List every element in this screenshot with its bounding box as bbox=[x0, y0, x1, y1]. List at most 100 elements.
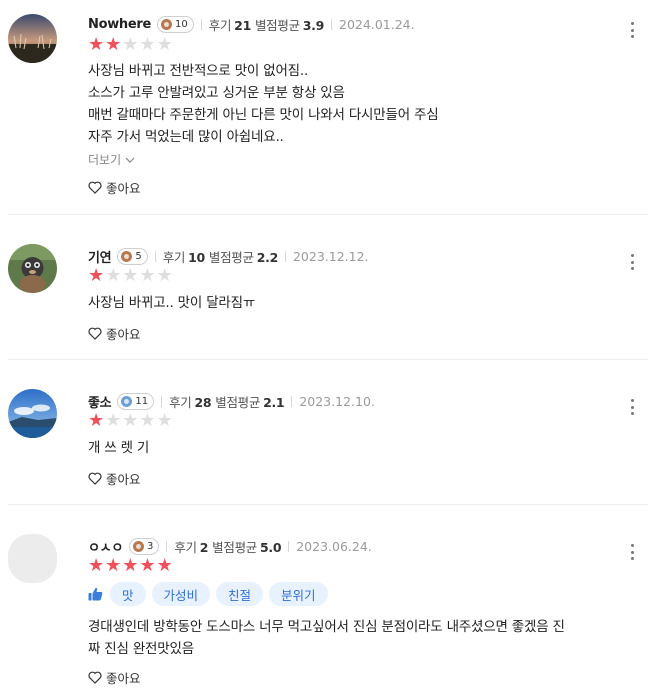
tag-chip[interactable]: 분위기 bbox=[269, 582, 328, 606]
level-icon bbox=[121, 250, 133, 262]
author-name[interactable]: ㅇㅅㅇ bbox=[88, 537, 123, 556]
star-empty-icon: ★ bbox=[105, 265, 122, 286]
tag-chip[interactable]: 가성비 bbox=[151, 582, 211, 606]
review-text: 개 쓰 렛 기 bbox=[88, 437, 149, 459]
review-item: 기연 5 후기 10 별점평균 2.2 2023.12.12. ★ ★ ★ ★ ★ 사장님 … bbox=[0, 215, 656, 360]
star-empty-icon: ★ bbox=[139, 34, 156, 55]
divider bbox=[288, 540, 290, 552]
review-text-line: 사장님 바뀌고 전반적으로 맛이 없어짐.. bbox=[88, 63, 309, 79]
kebab-menu-icon[interactable] bbox=[626, 252, 638, 272]
avatar[interactable] bbox=[8, 14, 57, 63]
star-empty-icon: ★ bbox=[156, 34, 173, 55]
level-value: 10 bbox=[175, 18, 188, 30]
heart-outline-icon bbox=[88, 472, 102, 485]
star-rating: ★ ★ ★ ★ ★ bbox=[88, 412, 173, 430]
star-rating: ★ ★ ★ ★ ★ bbox=[88, 267, 173, 285]
review-date: 2023.12.12. bbox=[292, 248, 369, 264]
author-name[interactable]: Nowhere bbox=[88, 17, 151, 32]
like-label: 좋아요 bbox=[106, 181, 141, 196]
chevron-down-icon bbox=[125, 157, 135, 163]
star-empty-icon: ★ bbox=[122, 265, 139, 286]
review-meta: ㅇㅅㅇ 3 후기 2 별점평균 5.0 2023.06.24. bbox=[88, 536, 372, 556]
heart-outline-icon bbox=[88, 327, 102, 340]
level-badge: 3 bbox=[128, 537, 160, 555]
review-date: 2023.12.10. bbox=[299, 393, 375, 409]
star-rating: ★ ★ ★ ★ ★ bbox=[88, 557, 173, 575]
review-text-line: 개 쓰 렛 기 bbox=[88, 440, 150, 456]
review-text: 경대생인데 방학동안 도스마스 너무 먹고싶어서 진심 분점이라도 내주셨으면 … bbox=[88, 616, 565, 660]
level-icon bbox=[132, 540, 144, 552]
review-count-label: 후기 bbox=[162, 249, 186, 265]
review-text: 사장님 바뀌고 전반적으로 맛이 없어짐.. 소스가 고루 안발려있고 싱거운 … bbox=[88, 60, 439, 148]
average-rating: 별점평균 2.2 bbox=[209, 247, 278, 266]
average-rating-label: 별점평균 bbox=[212, 539, 257, 555]
review-count: 후기 10 bbox=[163, 247, 205, 266]
review-text-line: 매번 갈때마다 주문한게 아닌 다른 맛이 나와서 다시만들어 주심 bbox=[88, 107, 439, 123]
star-empty-icon: ★ bbox=[139, 265, 156, 286]
like-label: 좋아요 bbox=[106, 671, 141, 686]
thumbs-up-icon bbox=[88, 587, 103, 601]
star-empty-icon: ★ bbox=[156, 410, 173, 431]
more-label: 더보기 bbox=[88, 153, 122, 167]
tag-chip[interactable]: 맛 bbox=[110, 582, 146, 606]
avatar[interactable] bbox=[8, 389, 57, 438]
review-text-line: 소스가 고루 안발려있고 싱거운 부분 항상 있음 bbox=[88, 85, 345, 101]
like-button[interactable]: 좋아요 bbox=[88, 324, 141, 343]
level-icon bbox=[161, 18, 173, 30]
level-badge: 11 bbox=[117, 392, 155, 410]
level-value: 5 bbox=[135, 250, 142, 262]
review-count: 후기 21 bbox=[209, 15, 251, 34]
tag-chip[interactable]: 친절 bbox=[216, 582, 264, 606]
average-rating-value: 2.2 bbox=[256, 249, 279, 265]
average-rating-value: 2.1 bbox=[263, 394, 285, 410]
average-rating: 별점평균 5.0 bbox=[212, 537, 281, 556]
average-rating-label: 별점평균 bbox=[215, 394, 261, 410]
review-item: Nowhere 10 후기 21 별점평균 3.9 2024.01.24. ★ ★ ★ ★… bbox=[0, 0, 656, 215]
review-text-line: 사장님 바뀌고.. 맛이 달라짐ㅠ bbox=[88, 295, 256, 311]
divider bbox=[284, 250, 286, 262]
review-text: 사장님 바뀌고.. 맛이 달라짐ㅠ bbox=[88, 292, 255, 314]
star-filled-icon: ★ bbox=[139, 555, 156, 576]
review-text-line: 자주 가서 먹었는데 많이 아쉽네요.. bbox=[88, 129, 284, 145]
author-name[interactable]: 기연 bbox=[88, 247, 112, 266]
star-rating: ★ ★ ★ ★ ★ bbox=[88, 36, 173, 54]
divider bbox=[166, 540, 168, 552]
divider bbox=[154, 250, 156, 262]
review-count-value: 2 bbox=[199, 539, 209, 555]
author-name[interactable]: 좋소 bbox=[88, 392, 112, 411]
star-empty-icon: ★ bbox=[156, 265, 173, 286]
review-count-label: 후기 bbox=[169, 394, 192, 410]
tag-list: 맛 가성비 친절 분위기 bbox=[88, 582, 328, 606]
kebab-menu-icon[interactable] bbox=[626, 20, 638, 40]
star-empty-icon: ★ bbox=[105, 410, 122, 431]
average-rating-value: 5.0 bbox=[259, 539, 282, 555]
kebab-menu-icon[interactable] bbox=[626, 542, 638, 562]
kebab-menu-icon[interactable] bbox=[626, 397, 638, 417]
like-button[interactable]: 좋아요 bbox=[88, 178, 141, 197]
star-filled-icon: ★ bbox=[105, 34, 122, 55]
avatar[interactable] bbox=[8, 244, 57, 293]
review-count-value: 28 bbox=[194, 394, 212, 410]
avatar[interactable] bbox=[8, 534, 57, 583]
like-button[interactable]: 좋아요 bbox=[88, 469, 141, 488]
level-badge: 5 bbox=[117, 247, 148, 265]
average-rating-label: 별점평균 bbox=[208, 249, 254, 265]
star-filled-icon: ★ bbox=[156, 555, 173, 576]
review-meta: Nowhere 10 후기 21 별점평균 3.9 2024.01.24. bbox=[88, 14, 415, 34]
review-count: 후기 28 bbox=[169, 392, 211, 411]
review-date: 2023.06.24. bbox=[296, 538, 372, 554]
review-text-line: 짜 진심 완전맛있음 bbox=[88, 641, 194, 657]
star-filled-icon: ★ bbox=[88, 265, 105, 286]
star-filled-icon: ★ bbox=[122, 555, 139, 576]
review-meta: 기연 5 후기 10 별점평균 2.2 2023.12.12. bbox=[88, 246, 369, 266]
average-rating: 별점평균 3.9 bbox=[255, 15, 324, 34]
review-meta: 좋소 11 후기 28 별점평균 2.1 2023.12.10. bbox=[88, 391, 375, 411]
review-count-value: 10 bbox=[188, 249, 205, 265]
more-button[interactable]: 더보기 bbox=[88, 151, 135, 168]
star-filled-icon: ★ bbox=[88, 555, 105, 576]
review-date: 2024.01.24. bbox=[339, 16, 415, 32]
review-count-value: 21 bbox=[234, 17, 251, 33]
heart-outline-icon bbox=[88, 181, 102, 194]
like-button[interactable]: 좋아요 bbox=[88, 668, 141, 687]
heart-outline-icon bbox=[88, 671, 102, 684]
